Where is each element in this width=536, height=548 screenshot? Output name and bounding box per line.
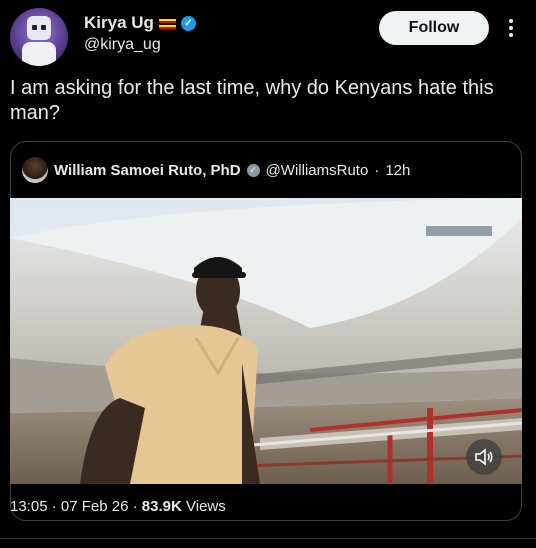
avatar-mask-head — [27, 16, 51, 40]
speaker-muted-icon[interactable] — [466, 439, 502, 475]
views-count: 83.9K — [141, 498, 182, 515]
uganda-flag-icon — [158, 17, 176, 29]
quoted-time[interactable]: 12h — [385, 162, 410, 179]
author-display-name[interactable]: Kirya Ug — [84, 13, 154, 33]
follow-button[interactable]: Follow — [379, 11, 489, 45]
views-label: Views — [186, 498, 226, 515]
quoted-author-handle[interactable]: @WilliamsRuto — [266, 162, 369, 179]
author-handle[interactable]: @kirya_ug — [84, 36, 161, 54]
quoted-tweet-header: William Samoei Ruto, PhD ✓ @WilliamsRuto… — [22, 157, 410, 183]
more-vertical-icon[interactable] — [504, 14, 518, 42]
avatar-eye-right — [41, 25, 46, 30]
quoted-author-name[interactable]: William Samoei Ruto, PhD — [54, 162, 241, 179]
meta-separator: · — [374, 161, 380, 179]
author-name-row: Kirya Ug ✓ — [84, 13, 196, 33]
tweet-timestamp: 13:05 · 07 Feb 26 · 83.9K Views — [10, 498, 226, 515]
author-avatar[interactable] — [10, 8, 68, 66]
tweet-date[interactable]: 07 Feb 26 — [61, 498, 129, 515]
quoted-video[interactable] — [10, 198, 522, 484]
quoted-verified-badge-icon: ✓ — [246, 163, 260, 177]
avatar-body — [22, 42, 56, 66]
avatar-eye-left — [32, 25, 37, 30]
quoted-author-avatar[interactable] — [22, 157, 48, 183]
tweet-text: I am asking for the last time, why do Ke… — [10, 77, 494, 124]
divider — [0, 538, 536, 539]
verified-badge-icon: ✓ — [180, 15, 196, 31]
tweet-time[interactable]: 13:05 — [10, 498, 48, 515]
